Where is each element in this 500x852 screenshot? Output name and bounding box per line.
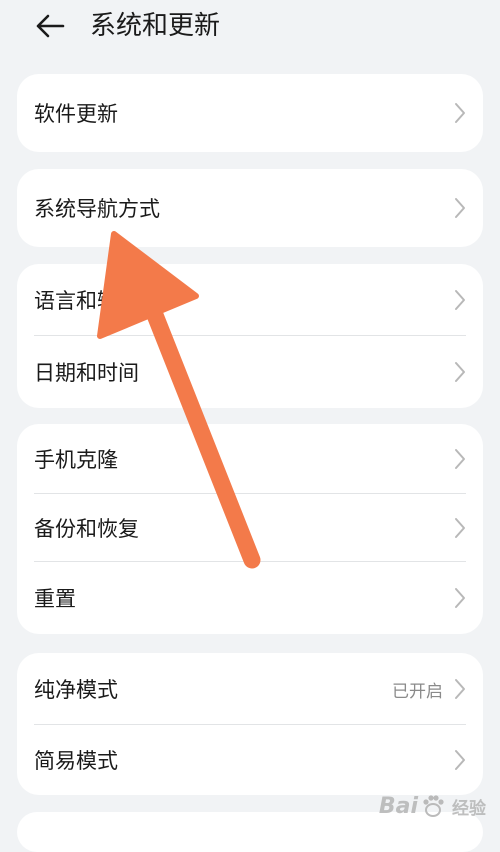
- chevron-right-icon: [453, 289, 467, 311]
- settings-group-software: 软件更新: [17, 74, 483, 152]
- row-label: 语言和输入法: [34, 289, 160, 313]
- chevron-right-icon: [453, 749, 467, 771]
- watermark-text: Bai: [378, 793, 418, 819]
- chevron-right-icon: [453, 197, 467, 219]
- chevron-right-icon: [453, 587, 467, 609]
- row-label: 系统导航方式: [34, 197, 160, 221]
- watermark-subtext: 经验: [452, 798, 486, 819]
- chevron-right-icon: [453, 517, 467, 539]
- settings-row-date-time[interactable]: 日期和时间: [17, 336, 483, 408]
- settings-row-simple-mode[interactable]: 简易模式: [17, 725, 483, 795]
- app-header: 系统和更新: [0, 0, 500, 52]
- row-label: 简易模式: [34, 749, 118, 773]
- chevron-right-icon: [453, 102, 467, 124]
- paw-icon: [423, 795, 444, 817]
- chevron-right-icon: [453, 678, 467, 700]
- settings-row-software-update[interactable]: 软件更新: [17, 74, 483, 152]
- chevron-right-icon: [453, 361, 467, 383]
- settings-row-phone-clone[interactable]: 手机克隆: [17, 424, 483, 494]
- settings-group-language-date: 语言和输入法 日期和时间: [17, 264, 483, 408]
- chevron-right-icon: [453, 448, 467, 470]
- settings-group-modes: 纯净模式 已开启 简易模式: [17, 653, 483, 795]
- row-label: 日期和时间: [34, 361, 139, 385]
- settings-row-system-navigation[interactable]: 系统导航方式: [17, 169, 483, 247]
- row-label: 软件更新: [34, 102, 118, 126]
- settings-group-navigation: 系统导航方式: [17, 169, 483, 247]
- settings-row-pure-mode[interactable]: 纯净模式 已开启: [17, 653, 483, 725]
- row-label: 重置: [34, 587, 76, 611]
- row-label: 备份和恢复: [34, 517, 139, 541]
- arrow-left-icon: [36, 14, 65, 38]
- settings-row-reset[interactable]: 重置: [17, 562, 483, 634]
- watermark-logo: Bai 经验: [379, 793, 486, 819]
- status-value: 已开启: [392, 681, 443, 702]
- settings-row-backup-restore[interactable]: 备份和恢复: [17, 494, 483, 562]
- page-title: 系统和更新: [90, 11, 221, 41]
- settings-row-language-input[interactable]: 语言和输入法: [17, 264, 483, 336]
- settings-group-backup: 手机克隆 备份和恢复 重置: [17, 424, 483, 634]
- back-button[interactable]: [30, 8, 70, 44]
- row-label: 手机克隆: [34, 448, 118, 472]
- row-label: 纯净模式: [34, 678, 118, 702]
